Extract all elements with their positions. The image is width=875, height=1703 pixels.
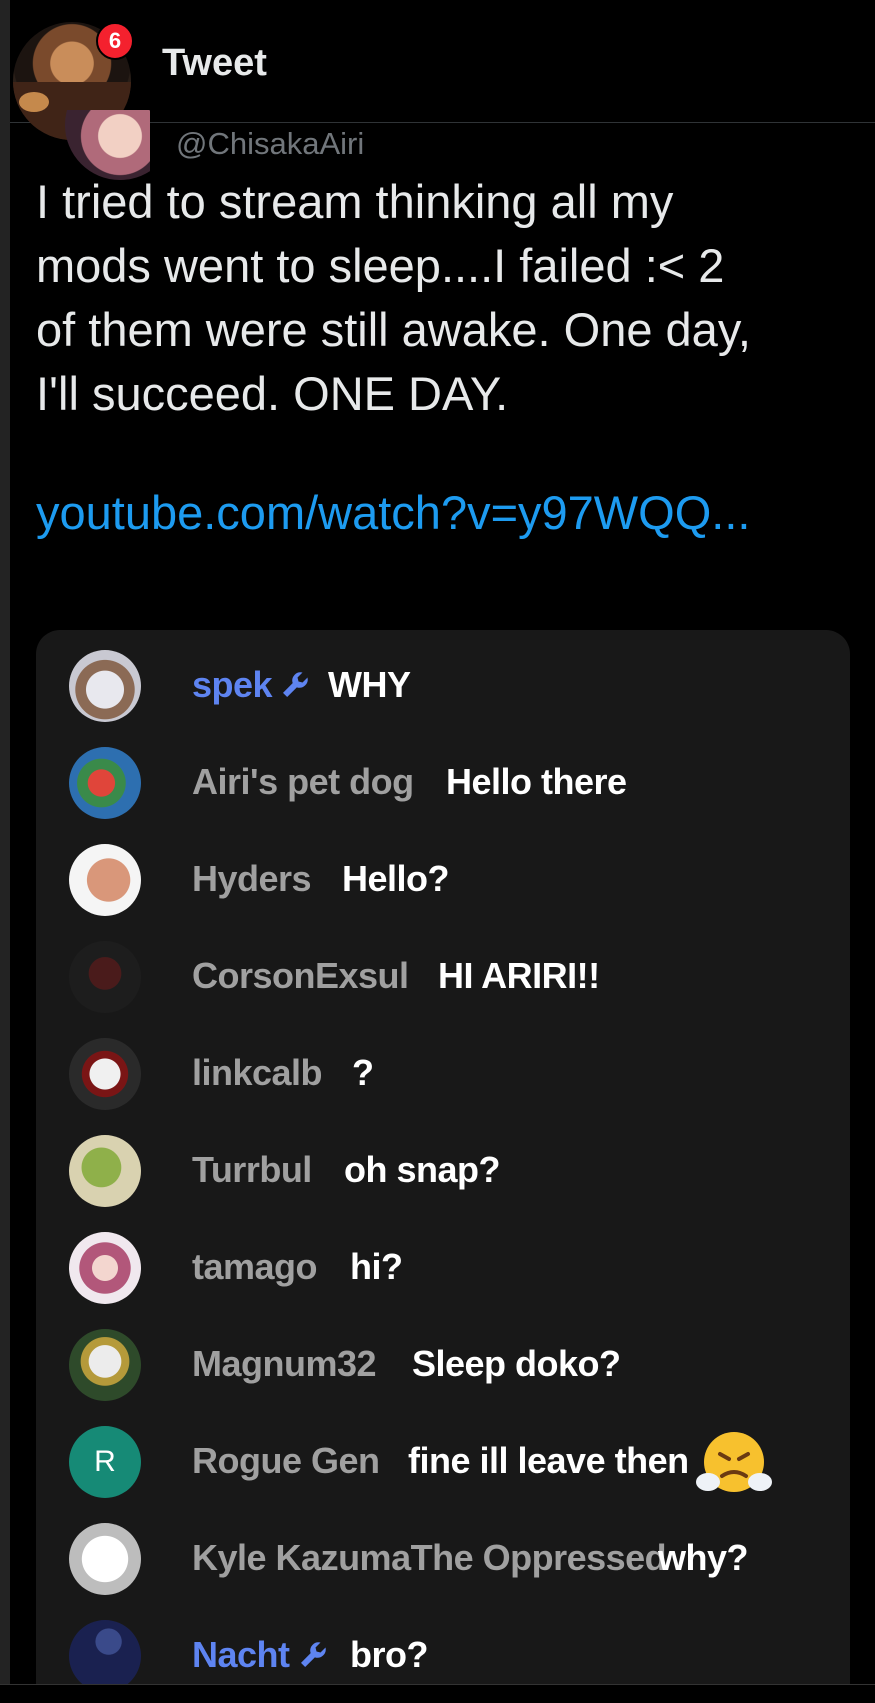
avatar bbox=[69, 747, 141, 819]
avatar bbox=[69, 1620, 141, 1690]
chat-text: WHY bbox=[328, 664, 411, 705]
tweet-text-line: I'll succeed. ONE DAY. bbox=[36, 367, 509, 420]
page-title: Tweet bbox=[162, 42, 267, 84]
chat-username: tamago bbox=[192, 1246, 318, 1287]
chat-message: linkcalb ? bbox=[36, 1034, 850, 1110]
tweet-text-line: I tried to stream thinking all my bbox=[36, 175, 674, 228]
chat-text: hi? bbox=[350, 1246, 403, 1287]
wrench-icon bbox=[300, 1642, 326, 1668]
window-left-edge bbox=[0, 0, 10, 1703]
avatar bbox=[69, 1038, 141, 1110]
chat-message: Turrbul oh snap? bbox=[36, 1131, 850, 1207]
chat-username: spek bbox=[192, 664, 320, 707]
chat-text: Hello? bbox=[342, 858, 450, 899]
chat-message: spek WHY bbox=[36, 646, 850, 722]
avatar-letter: R bbox=[94, 1445, 116, 1478]
avatar bbox=[69, 650, 141, 722]
chat-message: CorsonExsul HI ARIRI!! bbox=[36, 937, 850, 1013]
avatar: R bbox=[69, 1426, 141, 1498]
chat-username: Magnum32 bbox=[192, 1343, 377, 1384]
avatar bbox=[69, 1232, 141, 1304]
chat-username: Rogue Gen bbox=[192, 1440, 380, 1481]
chat-text: HI ARIRI!! bbox=[438, 955, 600, 996]
chat-text: ? bbox=[352, 1052, 374, 1093]
bottom-edge bbox=[0, 1684, 875, 1703]
chat-text: oh snap? bbox=[344, 1149, 501, 1190]
notification-badge: 6 bbox=[96, 22, 134, 60]
chat-text: fine ill leave then bbox=[408, 1440, 689, 1481]
chat-username: Nacht bbox=[192, 1634, 338, 1677]
chat-message: Nacht bro? bbox=[36, 1616, 850, 1690]
wrench-icon bbox=[283, 672, 308, 698]
avatar bbox=[69, 1329, 141, 1401]
chat-username: Turrbul bbox=[192, 1149, 312, 1190]
chat-text: Sleep doko? bbox=[412, 1343, 621, 1384]
chat-username: Airi's pet dog bbox=[192, 761, 414, 802]
chat-text: why? bbox=[658, 1537, 749, 1578]
page-header: 6 Tweet bbox=[10, 0, 875, 140]
chat-username: CorsonExsul bbox=[192, 955, 409, 996]
chat-message: Airi's pet dog Hello there bbox=[36, 743, 850, 819]
chat-text: Hello there bbox=[446, 761, 627, 802]
chat-message: R Rogue Gen fine ill leave then bbox=[36, 1422, 850, 1498]
chat-text: bro? bbox=[350, 1634, 428, 1675]
avatar bbox=[69, 941, 141, 1013]
tweet-text-line: mods went to sleep....I failed :< 2 bbox=[36, 239, 725, 292]
tweet-text-line: of them were still awake. One day, bbox=[36, 303, 751, 356]
chat-username: Kyle KazumaThe Oppressed bbox=[192, 1537, 667, 1578]
tweet-text: I tried to stream thinking all my mods w… bbox=[36, 170, 856, 426]
steaming-face-emoji bbox=[696, 1432, 772, 1492]
chat-message: Kyle KazumaThe Oppressed why? bbox=[36, 1519, 850, 1595]
chat-message: Hyders Hello? bbox=[36, 840, 850, 916]
avatar bbox=[69, 1523, 141, 1595]
author-handle[interactable]: @ChisakaAiri bbox=[176, 126, 364, 162]
attached-chat-image[interactable]: spek WHY Airi's pet dog Hello there Hyde… bbox=[36, 630, 850, 1690]
chat-message: tamago hi? bbox=[36, 1228, 850, 1304]
avatar bbox=[69, 1135, 141, 1207]
chat-username: linkcalb bbox=[192, 1052, 323, 1093]
tweet-link[interactable]: youtube.com/watch?v=y97WQQ... bbox=[36, 485, 750, 540]
chat-username: Hyders bbox=[192, 858, 312, 899]
chat-message: Magnum32 Sleep doko? bbox=[36, 1325, 850, 1401]
avatar bbox=[69, 844, 141, 916]
